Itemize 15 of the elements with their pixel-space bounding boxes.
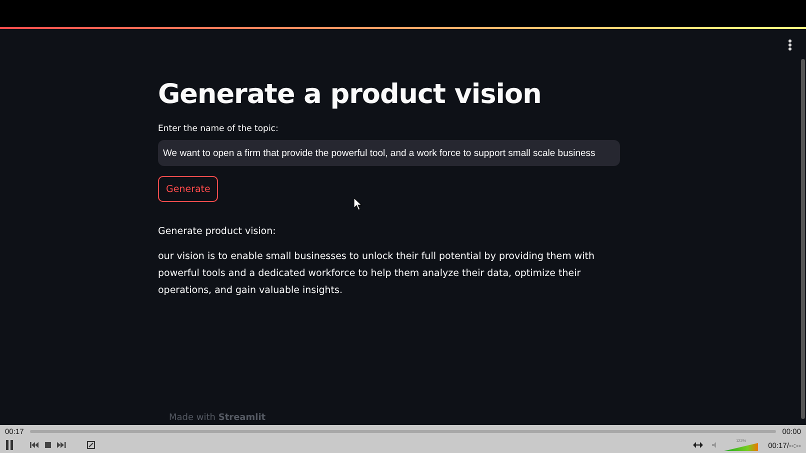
pause-icon[interactable] bbox=[5, 440, 14, 450]
output-heading: Generate product vision: bbox=[158, 226, 277, 237]
scrollbar[interactable] bbox=[801, 59, 805, 419]
menu-icon[interactable] bbox=[788, 39, 792, 51]
footer-text: Made with Streamlit bbox=[169, 413, 266, 424]
generate-button[interactable]: Generate bbox=[158, 176, 218, 202]
previous-icon[interactable] bbox=[30, 442, 39, 448]
page-title: Generate a product vision bbox=[158, 79, 542, 110]
next-icon[interactable] bbox=[57, 442, 66, 448]
topic-input-field[interactable]: We want to open a firm that provide the powerful tool, and a work force to support small scale business bbox=[158, 140, 620, 166]
frame-icon[interactable] bbox=[87, 441, 95, 449]
loop-icon[interactable] bbox=[693, 442, 704, 448]
mouse-cursor-icon bbox=[354, 198, 362, 210]
vision-text: our vision is to enable small businesses to unlock their full potential by providing them with powerful tools and a dedicated workforce to help them analyze their data, optimize their operations, and gain valuable insights. bbox=[158, 250, 596, 298]
input-label: Enter the name of the topic: bbox=[158, 124, 280, 134]
